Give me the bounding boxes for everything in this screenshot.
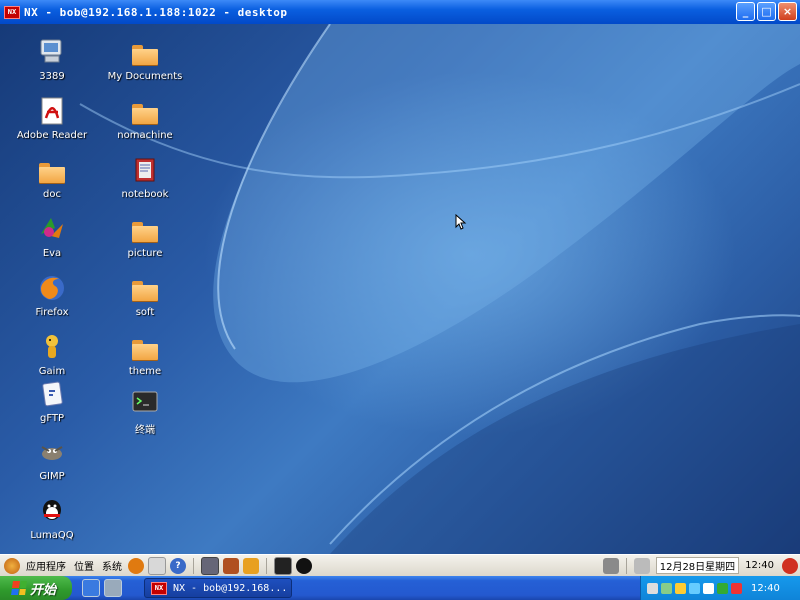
screenshot-icon[interactable] bbox=[201, 556, 219, 575]
desktop-icon-label: nomachine bbox=[117, 130, 173, 141]
desktop-icon-label: soft bbox=[135, 307, 155, 318]
desktop-icon-label: picture bbox=[127, 248, 163, 259]
desktop-icon-label: 终端 bbox=[135, 425, 155, 436]
system-tray: 12:40 bbox=[640, 576, 800, 600]
alert-tray-icon[interactable] bbox=[731, 582, 742, 594]
panel-separator bbox=[266, 557, 267, 574]
firefox-icon bbox=[36, 272, 68, 304]
desktop-icon-label: notebook bbox=[121, 189, 169, 200]
desktop-icon-label: LumaQQ bbox=[30, 530, 74, 541]
desktop[interactable]: 3389 Adobe Reader doc Eva Firefox Gaim g… bbox=[0, 24, 800, 554]
folder-icon bbox=[129, 272, 161, 304]
minimize-button[interactable]: _ bbox=[736, 2, 755, 21]
tray-clock[interactable]: 12:40 bbox=[751, 583, 780, 594]
nx-logo-icon: NX bbox=[4, 5, 20, 19]
folder-icon bbox=[129, 36, 161, 68]
desktop-icon-adobe-reader[interactable]: Adobe Reader bbox=[9, 95, 95, 141]
windows-flag-icon bbox=[11, 581, 27, 595]
gimp-icon bbox=[36, 436, 68, 468]
taskbar-window-nx[interactable]: NX NX - bob@192.168... bbox=[144, 578, 292, 598]
maximize-button[interactable]: □ bbox=[757, 2, 776, 21]
desktop-icon-theme[interactable]: theme bbox=[102, 331, 188, 377]
folder-icon bbox=[129, 213, 161, 245]
start-label: 开始 bbox=[29, 582, 56, 598]
desktop-icon-eva[interactable]: Eva bbox=[9, 213, 95, 259]
antivirus-tray-icon[interactable] bbox=[717, 582, 728, 594]
panel-clock[interactable]: 12:40 bbox=[745, 560, 774, 571]
computer-icon bbox=[36, 36, 68, 68]
terminal-icon[interactable] bbox=[274, 556, 292, 575]
windows-taskbar: 开始 NX NX - bob@192.168... 12:40 bbox=[0, 576, 800, 600]
network-tray-icon[interactable] bbox=[661, 582, 672, 594]
network-icon[interactable] bbox=[602, 557, 619, 574]
shutdown-icon[interactable] bbox=[782, 557, 798, 574]
nx-logo-icon: NX bbox=[151, 581, 167, 595]
panel-date[interactable]: 12月28日星期四 bbox=[655, 557, 740, 574]
desktop-icon-gaim[interactable]: Gaim bbox=[9, 331, 95, 377]
lock-icon[interactable] bbox=[243, 557, 259, 574]
window-title: NX - bob@192.168.1.188:1022 - desktop bbox=[24, 5, 288, 19]
close-button[interactable]: × bbox=[778, 2, 797, 21]
desktop-icon-firefox[interactable]: Firefox bbox=[9, 272, 95, 318]
mail-icon[interactable] bbox=[148, 556, 166, 575]
desktop-icon-my-documents[interactable]: My Documents bbox=[102, 36, 188, 82]
folder-icon bbox=[36, 154, 68, 186]
menu-places[interactable]: 位置 bbox=[70, 558, 98, 573]
desktop-icon-label: Gaim bbox=[38, 366, 66, 377]
menu-system[interactable]: 系统 bbox=[98, 558, 126, 573]
lumaqq-icon bbox=[36, 495, 68, 527]
app-tray-icon[interactable] bbox=[703, 582, 714, 594]
desktop-icon-picture[interactable]: picture bbox=[102, 213, 188, 259]
lumaqq-icon[interactable] bbox=[296, 557, 312, 574]
security-tray-icon[interactable] bbox=[675, 582, 686, 594]
desktop-icon-terminal[interactable]: 终端 bbox=[102, 386, 188, 436]
quick-launch bbox=[82, 579, 122, 597]
adobe-reader-icon bbox=[36, 95, 68, 127]
desktop-icon-label: gFTP bbox=[39, 413, 65, 424]
desktop-icon-label: theme bbox=[128, 366, 162, 377]
volume-icon[interactable] bbox=[633, 557, 650, 574]
desktop-icon-label: GIMP bbox=[39, 471, 65, 482]
taskbar-window-label: NX - bob@192.168... bbox=[173, 582, 288, 594]
desktop-icon-label: Adobe Reader bbox=[16, 130, 88, 141]
notebook-icon bbox=[129, 154, 161, 186]
panel-separator bbox=[625, 557, 627, 574]
show-desktop-icon[interactable] bbox=[104, 579, 122, 597]
desktop-icon-soft[interactable]: soft bbox=[102, 272, 188, 318]
eva-icon bbox=[36, 213, 68, 245]
window-titlebar[interactable]: NX NX - bob@192.168.1.188:1022 - desktop… bbox=[0, 0, 800, 24]
gnome-foot-icon bbox=[4, 557, 20, 574]
desktop-icon-3389[interactable]: 3389 bbox=[9, 36, 95, 82]
gaim-icon bbox=[36, 331, 68, 363]
folder-icon bbox=[129, 331, 161, 363]
desktop-icon-gimp[interactable]: GIMP bbox=[9, 436, 95, 482]
desktop-icon-label: My Documents bbox=[107, 71, 183, 82]
desktop-icon-label: Firefox bbox=[35, 307, 69, 318]
start-button[interactable]: 开始 bbox=[0, 576, 72, 600]
desktop-icon-label: doc bbox=[43, 189, 61, 200]
mouse-pointer-icon bbox=[455, 214, 467, 230]
desktop-icon-label: Eva bbox=[42, 248, 62, 259]
messenger-tray-icon[interactable] bbox=[689, 582, 700, 594]
gnome-panel: 应用程序 位置 系统 ? 12月28日星期四 12:40 bbox=[0, 554, 800, 576]
desktop-icon-gftp[interactable]: gFTP bbox=[9, 378, 95, 424]
desktop-icon-nomachine[interactable]: nomachine bbox=[102, 95, 188, 141]
panel-separator bbox=[193, 557, 194, 574]
ie-icon[interactable] bbox=[82, 579, 100, 597]
volume-tray-icon[interactable] bbox=[647, 582, 658, 594]
desktop-icon-doc[interactable]: doc bbox=[9, 154, 95, 200]
terminal-icon bbox=[129, 386, 161, 418]
menu-applications[interactable]: 应用程序 bbox=[22, 558, 70, 573]
gftp-icon bbox=[36, 378, 68, 410]
firefox-icon[interactable] bbox=[128, 557, 144, 574]
desktop-icon-lumaqq[interactable]: LumaQQ bbox=[9, 495, 95, 541]
folder-icon bbox=[129, 95, 161, 127]
desktop-icon-notebook[interactable]: notebook bbox=[102, 154, 188, 200]
photo-icon[interactable] bbox=[223, 557, 239, 574]
desktop-icon-label: 3389 bbox=[39, 71, 65, 82]
help-icon[interactable]: ? bbox=[170, 557, 186, 574]
